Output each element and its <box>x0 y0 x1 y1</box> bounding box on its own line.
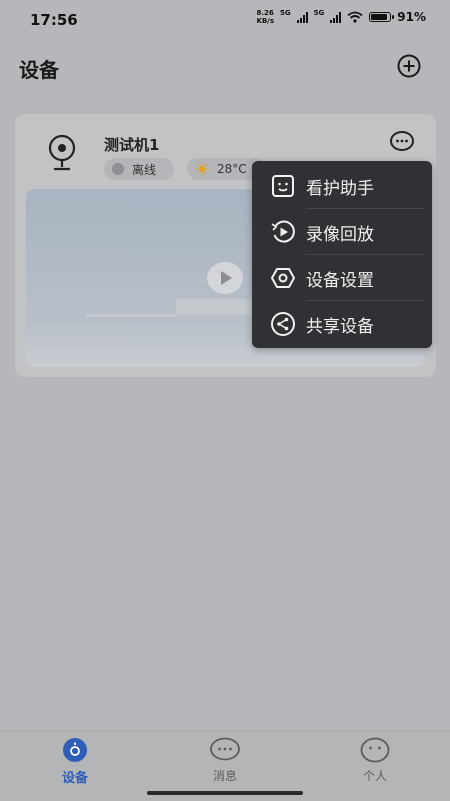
status-text: 离线 <box>132 162 157 177</box>
net-speed: 8.26 KB/s <box>257 9 274 25</box>
menu-item-label: 看护助手 <box>306 178 374 199</box>
tab-device[interactable]: 设备 <box>35 737 115 786</box>
network-type-1: 5G <box>280 9 291 17</box>
net-speed-value: 8.26 <box>256 9 274 17</box>
offline-dot-icon <box>112 163 124 175</box>
menu-item-playback[interactable]: 录像回放 <box>252 209 432 255</box>
temperature-text: 28°C <box>217 162 247 176</box>
menu-item-care-assistant[interactable]: 看护助手 <box>252 163 432 209</box>
more-options-icon[interactable] <box>389 131 415 153</box>
tab-label: 设备 <box>61 771 88 786</box>
battery-percent: 91% <box>397 10 426 24</box>
tab-label: 消息 <box>212 769 237 783</box>
plus-circle-icon[interactable] <box>397 54 421 78</box>
play-icon[interactable] <box>206 261 244 295</box>
tab-profile[interactable]: 个人 <box>335 737 415 784</box>
status-badge: 离线 <box>104 158 174 180</box>
tab-label: 个人 <box>362 769 387 783</box>
camera-icon <box>48 134 76 171</box>
menu-item-label: 设备设置 <box>306 270 374 291</box>
playback-icon <box>271 220 295 243</box>
signal-icon <box>296 11 308 23</box>
message-icon <box>210 737 240 761</box>
battery-icon <box>369 12 395 22</box>
wifi-icon <box>347 11 363 23</box>
tab-messages[interactable]: 消息 <box>185 737 265 784</box>
sun-icon <box>195 162 209 176</box>
home-indicator[interactable] <box>147 791 303 795</box>
face-icon <box>272 175 294 197</box>
menu-item-device-settings[interactable]: 设备设置 <box>252 255 432 301</box>
net-speed-unit: KB/s <box>256 17 275 25</box>
page-title: 设备 <box>19 58 59 82</box>
status-time: 17:56 <box>30 11 78 29</box>
status-bar: 17:56 8.26 KB/s 5G 5G 91% <box>0 0 450 40</box>
device-name: 测试机1 <box>104 136 160 154</box>
device-icon <box>63 738 87 762</box>
profile-icon <box>360 737 390 763</box>
share-icon <box>271 312 295 336</box>
settings-hexagon-icon <box>271 268 295 288</box>
menu-item-label: 录像回放 <box>306 224 374 245</box>
device-options-menu: 看护助手 录像回放 设备设置 共享设备 <box>252 161 432 348</box>
menu-item-share-device[interactable]: 共享设备 <box>252 301 432 347</box>
network-type-2: 5G <box>313 9 325 17</box>
signal-icon <box>330 11 342 23</box>
status-indicators: 8.26 KB/s 5G 5G 91% <box>257 9 426 25</box>
menu-item-label: 共享设备 <box>306 316 374 337</box>
